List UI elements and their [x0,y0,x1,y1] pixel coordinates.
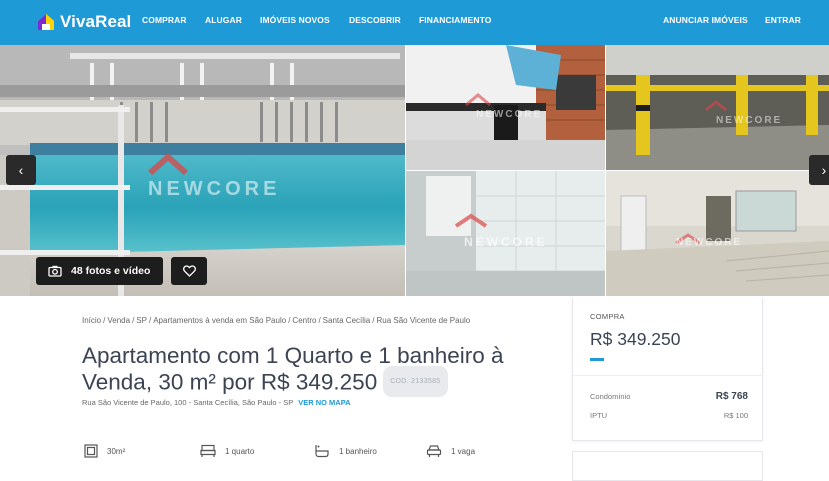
feature-area: 30m² [84,444,125,458]
all-photos-label: 48 fotos e vídeo [71,265,151,277]
top-navbar: VivaReal COMPRAR ALUGAR IMÓVEIS NOVOS DE… [0,0,829,45]
price-card: COMPRA R$ 349.250 Condomínio R$ 768 IPTU… [572,298,763,441]
gallery-prev-button[interactable]: ‹ [6,155,36,185]
watermark-text: NEWCORE [716,115,782,126]
gallery-photo-terrace[interactable]: NEWCORE [606,171,829,296]
watermark-text: NEWCORE [464,235,548,249]
condominio-row: Condomínio R$ 768 [590,391,748,402]
breadcrumb-santa-cecilia[interactable]: Santa Cecília [323,316,371,325]
breadcrumb-centro[interactable]: Centro [292,316,316,325]
feature-parking: 1 vaga [426,444,475,458]
price-card-divider [573,375,763,376]
gallery-photo-garage[interactable]: NEWCORE [606,45,829,170]
bathtub-icon [315,445,329,458]
condominio-value: R$ 768 [715,391,748,402]
price-value: R$ 349.250 [590,329,681,349]
watermark-text: NEWCORE [476,109,542,120]
breadcrumb-inicio[interactable]: Início [82,316,101,325]
contact-card [572,451,763,481]
logo-text: VivaReal [60,12,132,31]
feature-area-label: 30m² [107,446,126,456]
watermark-text: NEWCORE [676,237,742,248]
heart-icon [182,265,196,277]
gallery-photo-barbecue[interactable]: NEWCORE [406,45,605,170]
area-icon [84,444,98,458]
nav-entrar[interactable]: ENTRAR [765,15,801,25]
breadcrumb-venda[interactable]: Venda [107,316,130,325]
price-accent-bar [590,358,604,361]
iptu-row: IPTU R$ 100 [590,411,748,420]
listing-address: Rua São Vicente de Paulo, 100 - Santa Ce… [82,398,351,407]
breadcrumb-apartamentos[interactable]: Apartamentos à venda em São Paulo [153,316,286,325]
breadcrumb-sp[interactable]: SP [136,316,147,325]
nav-imoveis-novos[interactable]: IMÓVEIS NOVOS [260,15,330,25]
breadcrumb-rua[interactable]: Rua São Vicente de Paulo [377,316,471,325]
vivareal-logo[interactable]: VivaReal [36,12,131,32]
chevron-right-icon: › [821,162,827,178]
condominio-label: Condomínio [590,392,631,401]
iptu-value: R$ 100 [723,411,748,420]
listing-title: Apartamento com 1 Quarto e 1 banheiro à … [82,343,552,399]
chevron-left-icon: ‹ [18,162,24,178]
feature-parking-label: 1 vaga [451,446,476,456]
photo-gallery: NEWCORE NEWCORE NEWCORE NEWCORE NEWCORE … [0,45,829,296]
nav-descobrir[interactable]: DESCOBRIR [349,15,401,25]
feature-list: 30m² 1 quarto 1 banheiro 1 vaga [82,444,552,462]
price-type-label: COMPRA [590,312,625,321]
camera-icon [48,265,62,277]
feature-bathrooms: 1 banheiro [314,444,377,458]
favorite-button[interactable] [171,257,207,285]
nav-anunciar-imoveis[interactable]: ANUNCIAR IMÓVEIS [663,15,748,25]
iptu-label: IPTU [590,411,608,420]
feature-bedrooms-label: 1 quarto [225,446,255,456]
nav-comprar[interactable]: COMPRAR [142,15,187,25]
listing-code-badge: COD. 2133585 [383,366,448,397]
watermark-text: NEWCORE [148,178,280,200]
nav-financiamento[interactable]: FINANCIAMENTO [419,15,491,25]
nav-alugar[interactable]: ALUGAR [205,15,242,25]
bed-icon [200,444,216,457]
all-photos-button[interactable]: 48 fotos e vídeo [36,257,163,285]
feature-bedrooms: 1 quarto [200,444,254,458]
gallery-photo-laundry[interactable]: NEWCORE [406,171,605,296]
view-on-map-link[interactable]: VER NO MAPA [298,398,350,407]
feature-bathrooms-label: 1 banheiro [339,446,377,456]
address-text: Rua São Vicente de Paulo, 100 - Santa Ce… [82,398,294,407]
gallery-next-button[interactable]: › [809,155,829,185]
car-icon [426,445,442,457]
breadcrumb: Início / Venda / SP / Apartamentos à venda em … [82,316,471,325]
house-logo-icon [36,12,56,32]
